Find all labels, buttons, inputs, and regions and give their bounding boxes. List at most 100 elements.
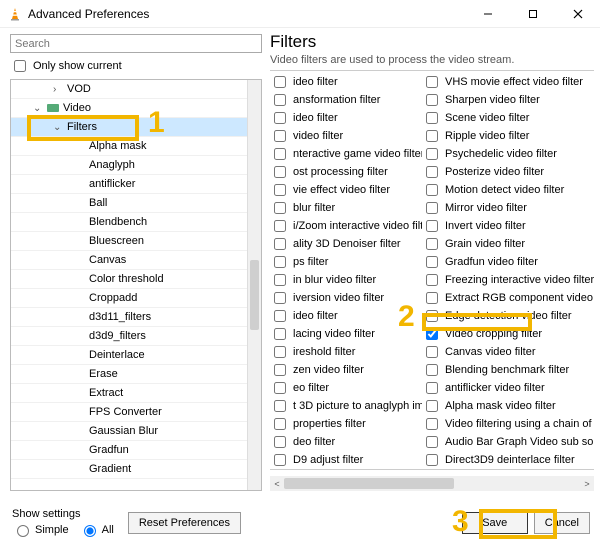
filter-checkbox[interactable] <box>274 364 286 376</box>
filter-option[interactable]: ansformation filter <box>270 91 422 109</box>
filter-option[interactable]: Video cropping filter <box>422 325 594 343</box>
filter-option[interactable]: ost processing filter <box>270 163 422 181</box>
filter-option[interactable]: ps filter <box>270 253 422 271</box>
filter-option[interactable]: properties filter <box>270 415 422 433</box>
filter-checkbox[interactable] <box>426 220 438 232</box>
filter-option[interactable]: Canvas video filter <box>422 343 594 361</box>
tree-item[interactable]: Ball <box>11 194 247 213</box>
filter-option[interactable]: t 3D picture to anaglyph image video fil… <box>270 397 422 415</box>
filter-checkbox[interactable] <box>426 400 438 412</box>
filter-option[interactable]: Sharpen video filter <box>422 91 594 109</box>
filter-checkbox[interactable] <box>274 328 286 340</box>
tree-item[interactable]: Alpha mask <box>11 137 247 156</box>
filter-checkbox[interactable] <box>274 274 286 286</box>
tree-item[interactable]: d3d9_filters <box>11 327 247 346</box>
only-show-current-checkbox[interactable] <box>14 60 26 72</box>
simple-radio[interactable] <box>17 525 29 537</box>
filter-checkbox[interactable] <box>426 292 438 304</box>
save-button[interactable]: Save <box>462 512 528 534</box>
tree-item[interactable]: ⌄Filters <box>11 118 247 137</box>
filter-option[interactable]: video filter <box>270 127 422 145</box>
filter-option[interactable]: Mirror video filter <box>422 199 594 217</box>
minimize-button[interactable] <box>465 0 510 28</box>
filter-checkbox[interactable] <box>274 94 286 106</box>
filter-option[interactable]: ideo filter <box>270 73 422 91</box>
tree-item[interactable]: Extract <box>11 384 247 403</box>
chevron-down-icon[interactable]: ⌄ <box>33 103 45 114</box>
filter-checkbox[interactable] <box>274 220 286 232</box>
filter-option[interactable]: Extract RGB component video filter <box>422 289 594 307</box>
simple-radio-label[interactable]: Simple <box>12 522 69 537</box>
scroll-left-arrow[interactable]: < <box>270 476 284 491</box>
tree-item[interactable]: Anaglyph <box>11 156 247 175</box>
close-button[interactable] <box>555 0 600 28</box>
filter-option[interactable]: Blending benchmark filter <box>422 361 594 379</box>
tree-item[interactable]: Erase <box>11 365 247 384</box>
filter-checkbox[interactable] <box>426 238 438 250</box>
filter-checkbox[interactable] <box>426 328 438 340</box>
filter-option[interactable]: i/Zoom interactive video filter <box>270 217 422 235</box>
cancel-button[interactable]: Cancel <box>534 512 590 534</box>
filter-option[interactable]: ideo filter <box>270 307 422 325</box>
filter-option[interactable]: Edge detection video filter <box>422 307 594 325</box>
filter-option[interactable]: Invert video filter <box>422 217 594 235</box>
tree-vertical-scrollbar[interactable] <box>247 80 261 490</box>
filter-checkbox[interactable] <box>274 184 286 196</box>
filter-option[interactable]: antiflicker video filter <box>422 379 594 397</box>
filter-checkbox[interactable] <box>426 346 438 358</box>
filter-checkbox[interactable] <box>274 130 286 142</box>
filter-option[interactable]: eo filter <box>270 379 422 397</box>
chevron-right-icon[interactable]: › <box>53 84 65 95</box>
tree-item[interactable]: Gradient <box>11 460 247 479</box>
filter-checkbox[interactable] <box>274 238 286 250</box>
filter-checkbox[interactable] <box>426 418 438 430</box>
filter-checkbox[interactable] <box>274 202 286 214</box>
filter-checkbox[interactable] <box>274 382 286 394</box>
tree-item[interactable]: antiflicker <box>11 175 247 194</box>
filter-checkbox[interactable] <box>274 454 286 466</box>
tree-item[interactable]: FPS Converter <box>11 403 247 422</box>
tree-item[interactable]: ⌄Video <box>11 99 247 118</box>
filter-option[interactable]: Grain video filter <box>422 235 594 253</box>
filter-option[interactable]: Scene video filter <box>422 109 594 127</box>
filter-option[interactable]: iversion video filter <box>270 289 422 307</box>
filter-checkbox[interactable] <box>426 130 438 142</box>
tree-item[interactable]: Bluescreen <box>11 232 247 251</box>
filter-option[interactable]: blur filter <box>270 199 422 217</box>
filter-option[interactable]: Direct3D9 deinterlace filter <box>422 451 594 467</box>
filter-option[interactable]: Ripple video filter <box>422 127 594 145</box>
filter-checkbox[interactable] <box>426 184 438 196</box>
filter-checkbox[interactable] <box>426 94 438 106</box>
filter-option[interactable]: Posterize video filter <box>422 163 594 181</box>
filter-option[interactable]: VHS movie effect video filter <box>422 73 594 91</box>
maximize-button[interactable] <box>510 0 555 28</box>
filter-checkbox[interactable] <box>274 310 286 322</box>
filter-option[interactable]: vie effect video filter <box>270 181 422 199</box>
filter-checkbox[interactable] <box>426 454 438 466</box>
filter-option[interactable]: Psychedelic video filter <box>422 145 594 163</box>
filter-checkbox[interactable] <box>426 310 438 322</box>
tree-item[interactable]: Gradfun <box>11 441 247 460</box>
filter-checkbox[interactable] <box>426 148 438 160</box>
filter-checkbox[interactable] <box>274 112 286 124</box>
filter-checkbox[interactable] <box>274 346 286 358</box>
filter-checkbox[interactable] <box>274 256 286 268</box>
filter-option[interactable]: ality 3D Denoiser filter <box>270 235 422 253</box>
tree-item[interactable]: Canvas <box>11 251 247 270</box>
filter-checkbox[interactable] <box>274 292 286 304</box>
filters-horizontal-scrollbar[interactable]: < > <box>270 476 594 491</box>
chevron-down-icon[interactable]: ⌄ <box>53 122 65 133</box>
all-radio-label[interactable]: All <box>79 522 114 537</box>
filter-option[interactable]: Video filtering using a chain of video f… <box>422 415 594 433</box>
tree-item[interactable]: Blendbench <box>11 213 247 232</box>
scroll-right-arrow[interactable]: > <box>580 476 594 491</box>
filter-option[interactable]: nteractive game video filter <box>270 145 422 163</box>
tree-item[interactable]: Croppadd <box>11 289 247 308</box>
filter-checkbox[interactable] <box>426 274 438 286</box>
filter-checkbox[interactable] <box>426 202 438 214</box>
filter-checkbox[interactable] <box>274 148 286 160</box>
filter-checkbox[interactable] <box>426 166 438 178</box>
filter-checkbox[interactable] <box>274 76 286 88</box>
filter-checkbox[interactable] <box>426 364 438 376</box>
filter-option[interactable]: D9 adjust filter <box>270 451 422 467</box>
